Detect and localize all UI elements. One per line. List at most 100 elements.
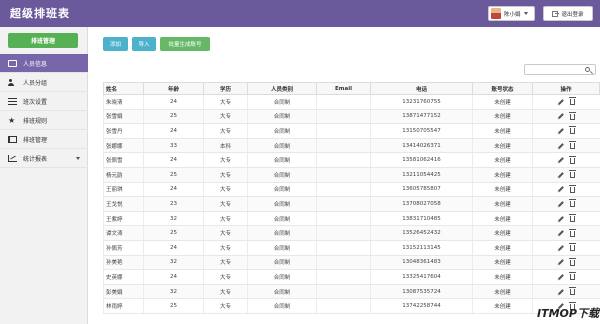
edit-icon[interactable] xyxy=(557,157,564,164)
trash-icon[interactable] xyxy=(568,199,576,208)
table-cell: 32 xyxy=(143,284,204,300)
edit-icon[interactable] xyxy=(557,215,564,222)
edit-icon[interactable] xyxy=(557,288,564,295)
table-cell: 24 xyxy=(143,152,204,168)
edit-icon[interactable] xyxy=(557,259,564,266)
trash-icon[interactable] xyxy=(568,287,576,296)
edit-icon[interactable] xyxy=(557,113,564,120)
table-cell: 24 xyxy=(143,123,204,139)
table-row[interactable]: 王戈悦 23 大专 合同制 13708027058 未创建 xyxy=(103,196,600,212)
table-cell-actions xyxy=(532,240,600,256)
table-cell-actions xyxy=(532,138,600,154)
table-row[interactable]: 朱晓清 24 大专 合同制 13231760755 未创建 xyxy=(103,94,600,110)
table-row[interactable]: 王紫婷 32 大专 合同制 13831710485 未创建 xyxy=(103,211,600,227)
sidebar-item-schedule-rules[interactable]: ★ 排班规则 xyxy=(0,111,88,130)
trash-icon[interactable] xyxy=(568,170,576,179)
table-cell: 未创建 xyxy=(472,196,533,212)
table-row[interactable]: 孙佩芳 24 大专 合同制 13152113145 未创建 xyxy=(103,240,600,256)
table-cell: 大专 xyxy=(203,211,248,227)
column-header[interactable]: Email xyxy=(316,82,371,95)
table-cell: 未创建 xyxy=(472,182,533,198)
table-cell-actions xyxy=(532,196,600,212)
table-row[interactable]: 王丽琪 24 大专 合同制 13605785807 未创建 xyxy=(103,182,600,198)
user-name: 陈小娟 xyxy=(504,11,521,18)
table-cell: 史英娜 xyxy=(103,269,144,285)
table-cell: 25 xyxy=(143,167,204,183)
sidebar-item-label: 统计报表 xyxy=(23,155,48,163)
table-cell: 本科 xyxy=(203,138,248,154)
table-row[interactable]: 张雪娟 25 大专 合同制 13871477152 未创建 xyxy=(103,109,600,125)
table-cell: 孙美艳 xyxy=(103,255,144,271)
column-header[interactable]: 学历 xyxy=(203,82,248,95)
column-header[interactable]: 人员类别 xyxy=(247,82,317,95)
trash-icon[interactable] xyxy=(568,111,576,120)
sidebar-item-staff-info[interactable]: 人员信息 xyxy=(0,54,88,73)
table-cell: 23 xyxy=(143,196,204,212)
table-row[interactable]: 张佩雪 24 大专 合同制 13581062416 未创建 xyxy=(103,152,600,168)
edit-icon[interactable] xyxy=(557,186,564,193)
sidebar-item-shift-settings[interactable]: 班次设置 xyxy=(0,92,88,111)
column-header[interactable]: 姓名 xyxy=(103,82,144,95)
search-icon[interactable] xyxy=(585,67,590,72)
table-cell: 张佩雪 xyxy=(103,152,144,168)
table-row[interactable]: 孙美艳 32 大专 合同制 13048361483 未创建 xyxy=(103,255,600,271)
table-row[interactable]: 张雪丹 24 大专 合同制 13150705547 未创建 xyxy=(103,123,600,139)
table-cell: 合同制 xyxy=(247,225,317,241)
batch-create-accounts-button[interactable]: 批量生成账号 xyxy=(160,37,210,51)
trash-icon[interactable] xyxy=(568,243,576,252)
chart-icon xyxy=(8,154,17,162)
edit-icon[interactable] xyxy=(557,201,564,207)
column-header[interactable]: 电话 xyxy=(370,82,473,95)
table-cell: 王戈悦 xyxy=(103,196,144,212)
row-actions xyxy=(534,228,600,237)
table-cell: 王紫婷 xyxy=(103,211,144,227)
trash-icon[interactable] xyxy=(568,257,576,266)
toolbar: 添加 导入 批量生成账号 xyxy=(103,37,210,51)
table-cell: 13087535724 xyxy=(370,284,473,300)
sidebar-item-staff-groups[interactable]: 人员分组 xyxy=(0,73,88,92)
trash-icon[interactable] xyxy=(568,155,576,164)
sidebar-item-statistics[interactable]: 统计报表 xyxy=(0,149,88,168)
schedule-management-button[interactable]: 排班管理 xyxy=(8,33,78,48)
edit-icon[interactable] xyxy=(557,171,564,178)
trash-icon[interactable] xyxy=(568,228,576,237)
trash-icon[interactable] xyxy=(568,126,576,135)
table-cell: 未创建 xyxy=(472,225,533,241)
table-row[interactable]: 谭文涛 25 大专 合同制 13526452432 未创建 xyxy=(103,225,600,241)
table-cell-actions xyxy=(532,182,600,198)
table-cell: 合同制 xyxy=(247,109,317,125)
edit-icon[interactable] xyxy=(557,98,564,105)
table-body: 朱晓清 24 大专 合同制 13231760755 未创建 张雪娟 25 大专 合同制 138714… xyxy=(103,94,600,314)
sidebar-item-schedule-management[interactable]: 排班管理 xyxy=(0,130,88,149)
logout-button[interactable]: 退出登录 xyxy=(543,6,593,21)
edit-icon[interactable] xyxy=(557,274,564,280)
add-button[interactable]: 添加 xyxy=(103,37,128,51)
table-cell: 张雪娟 xyxy=(103,109,144,125)
table-row[interactable]: 张娜娜 33 本科 合同制 13414026371 未创建 xyxy=(103,138,600,154)
trash-icon[interactable] xyxy=(568,214,576,223)
trash-icon[interactable] xyxy=(568,272,576,281)
import-button[interactable]: 导入 xyxy=(132,37,156,51)
table-cell: 25 xyxy=(143,225,204,241)
trash-icon[interactable] xyxy=(568,97,576,106)
edit-icon[interactable] xyxy=(557,244,564,251)
edit-icon[interactable] xyxy=(557,142,564,149)
trash-icon[interactable] xyxy=(568,184,576,193)
edit-icon[interactable] xyxy=(557,230,564,236)
table-cell xyxy=(316,225,371,241)
search-input[interactable] xyxy=(524,64,596,75)
table-row[interactable]: 杨元韵 25 大专 合同制 13211054425 未创建 xyxy=(103,167,600,183)
table-row[interactable]: 林雨婷 25 大专 合同制 13742258744 未创建 xyxy=(103,298,600,314)
column-header[interactable]: 账号状态 xyxy=(472,82,533,95)
table-cell: 24 xyxy=(143,240,204,256)
table-row[interactable]: 彭美娟 32 大专 合同制 13087535724 未创建 xyxy=(103,284,600,300)
row-actions xyxy=(534,243,600,252)
table-cell: 谭文涛 xyxy=(103,225,144,241)
table-row[interactable]: 史英娜 24 大专 合同制 13325417604 未创建 xyxy=(103,269,600,285)
user-menu[interactable]: 陈小娟 xyxy=(488,6,535,21)
column-header[interactable]: 年龄 xyxy=(143,82,204,95)
edit-icon[interactable] xyxy=(557,128,564,134)
trash-icon[interactable] xyxy=(568,141,576,150)
table-cell: 未创建 xyxy=(472,284,533,300)
table-cell xyxy=(316,94,371,110)
